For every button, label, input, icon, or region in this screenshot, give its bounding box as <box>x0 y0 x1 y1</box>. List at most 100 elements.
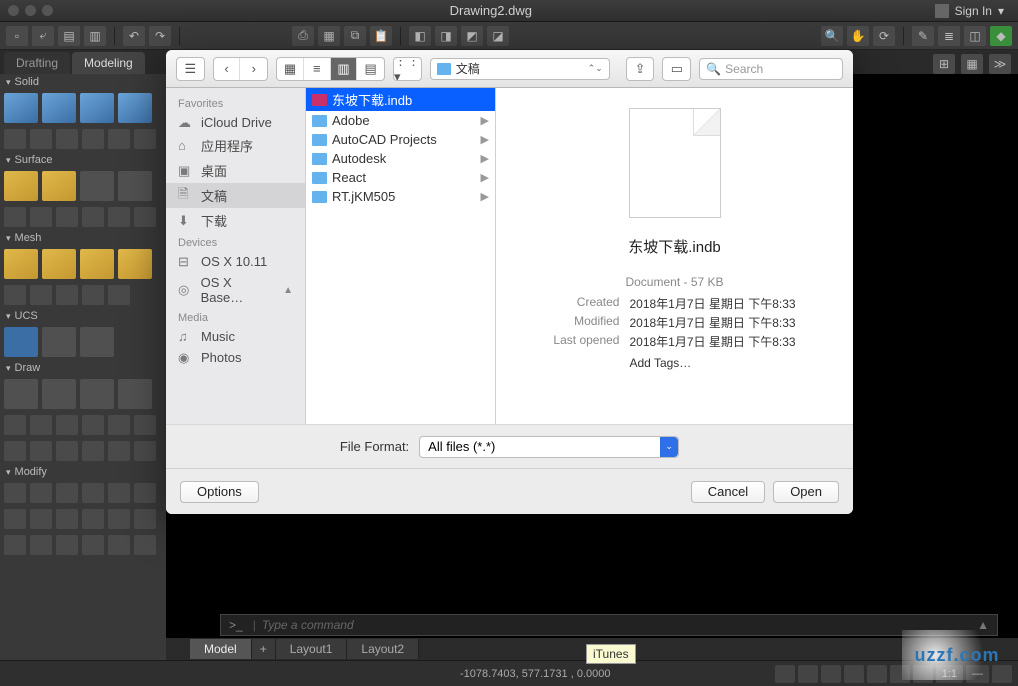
ucs2-icon[interactable] <box>42 327 76 357</box>
d7[interactable] <box>4 441 26 461</box>
file-format-select[interactable]: All files (*.*) ⌄ <box>419 436 679 458</box>
revolve-icon[interactable] <box>118 93 152 123</box>
tool-c-icon[interactable]: ◩ <box>461 26 483 46</box>
paste-icon[interactable]: 📋 <box>370 26 392 46</box>
add-tags-link[interactable]: Add Tags… <box>629 356 795 370</box>
mesh4-icon[interactable] <box>118 249 152 279</box>
arc-icon[interactable] <box>80 379 114 409</box>
s3[interactable] <box>56 129 78 149</box>
mo18[interactable] <box>134 535 156 555</box>
mo10[interactable] <box>82 509 104 529</box>
path-selector[interactable]: 文稿 ⌃⌄ <box>430 58 610 80</box>
mo1[interactable] <box>4 483 26 503</box>
d12[interactable] <box>134 441 156 461</box>
back-button[interactable]: ‹ <box>214 58 241 80</box>
tab-add[interactable]: + <box>252 639 276 659</box>
sign-in[interactable]: Sign In ▾ <box>929 4 1010 18</box>
s2[interactable] <box>30 129 52 149</box>
sidebar-item[interactable]: ◉Photos <box>166 347 305 368</box>
file-row[interactable]: AutoCAD Projects▶ <box>306 130 495 149</box>
sidebar-toggle[interactable]: ☰ <box>176 57 205 81</box>
file-row[interactable]: Adobe▶ <box>306 111 495 130</box>
mo17[interactable] <box>108 535 130 555</box>
forward-button[interactable]: › <box>240 58 267 80</box>
sweep-icon[interactable] <box>80 93 114 123</box>
file-row[interactable]: 东坡下载.indb <box>306 88 495 111</box>
panel-mesh[interactable]: ▾Mesh <box>0 230 166 246</box>
mo16[interactable] <box>82 535 104 555</box>
box-icon[interactable] <box>4 93 38 123</box>
layout-a-icon[interactable]: ⊞ <box>933 54 955 74</box>
search-tool-icon[interactable]: 🔍 <box>821 26 843 46</box>
expand-icon[interactable]: ≫ <box>989 54 1011 74</box>
saveas-icon[interactable]: ▥ <box>84 26 106 46</box>
mo14[interactable] <box>30 535 52 555</box>
m2[interactable] <box>30 285 52 305</box>
mesh2-icon[interactable] <box>42 249 76 279</box>
view-column-icon[interactable]: ▥ <box>331 58 358 80</box>
open-button[interactable]: Open <box>773 481 839 503</box>
file-row[interactable]: RT.jKM505▶ <box>306 187 495 206</box>
surf3-icon[interactable] <box>80 171 114 201</box>
undo-icon[interactable]: ↶ <box>123 26 145 46</box>
mo11[interactable] <box>108 509 130 529</box>
cmd-up-icon[interactable]: ▲ <box>977 618 989 632</box>
panel-ucs[interactable]: ▾UCS <box>0 308 166 324</box>
surf1-icon[interactable] <box>4 171 38 201</box>
copy-icon[interactable]: ⧉ <box>344 26 366 46</box>
panel-solid[interactable]: ▾Solid <box>0 74 166 90</box>
tags-button[interactable]: ▭ <box>662 57 691 81</box>
mo12[interactable] <box>134 509 156 529</box>
sidebar-item[interactable]: ◎OS X Base…▲ <box>166 272 305 308</box>
mo4[interactable] <box>82 483 104 503</box>
min-dot[interactable] <box>25 5 36 16</box>
tool-d-icon[interactable]: ◪ <box>487 26 509 46</box>
surf2-icon[interactable] <box>42 171 76 201</box>
redo-icon[interactable]: ↷ <box>149 26 171 46</box>
panel-surface[interactable]: ▾Surface <box>0 152 166 168</box>
d9[interactable] <box>56 441 78 461</box>
options-button[interactable]: Options <box>180 481 259 503</box>
d5[interactable] <box>108 415 130 435</box>
sb-osnap-icon[interactable] <box>867 665 887 683</box>
cancel-button[interactable]: Cancel <box>691 481 765 503</box>
rect-icon[interactable] <box>118 379 152 409</box>
sb-scale[interactable]: 1:1 <box>936 665 963 683</box>
new-icon[interactable]: ▫ <box>6 26 28 46</box>
sb-gear-icon[interactable] <box>992 665 1012 683</box>
d4[interactable] <box>82 415 104 435</box>
share-button[interactable]: ⇪ <box>626 57 655 81</box>
tool-b-icon[interactable]: ◨ <box>435 26 457 46</box>
mo8[interactable] <box>30 509 52 529</box>
mo7[interactable] <box>4 509 26 529</box>
ucs1-icon[interactable] <box>4 327 38 357</box>
arrange-menu[interactable]: ⋮⋮ ▾ <box>393 57 422 81</box>
line-icon[interactable] <box>4 379 38 409</box>
d10[interactable] <box>82 441 104 461</box>
search-field[interactable]: 🔍 Search <box>699 58 843 80</box>
d3[interactable] <box>56 415 78 435</box>
m3[interactable] <box>56 285 78 305</box>
d2[interactable] <box>30 415 52 435</box>
mo6[interactable] <box>134 483 156 503</box>
sf4[interactable] <box>82 207 104 227</box>
sf6[interactable] <box>134 207 156 227</box>
sb-dash[interactable]: — <box>966 665 989 683</box>
pan-icon[interactable]: ✋ <box>847 26 869 46</box>
mo9[interactable] <box>56 509 78 529</box>
mo3[interactable] <box>56 483 78 503</box>
circle-icon[interactable] <box>42 379 76 409</box>
sb-ortho-icon[interactable] <box>821 665 841 683</box>
mesh3-icon[interactable] <box>80 249 114 279</box>
dim-icon[interactable]: ✎ <box>912 26 934 46</box>
file-row[interactable]: React▶ <box>306 168 495 187</box>
layout-b-icon[interactable]: ▦ <box>961 54 983 74</box>
d8[interactable] <box>30 441 52 461</box>
file-row[interactable]: Autodesk▶ <box>306 149 495 168</box>
d1[interactable] <box>4 415 26 435</box>
panel-draw[interactable]: ▾Draw <box>0 360 166 376</box>
save-icon[interactable]: ▤ <box>58 26 80 46</box>
view-list-icon[interactable]: ≡ <box>304 58 331 80</box>
m1[interactable] <box>4 285 26 305</box>
sb-lw-icon[interactable] <box>913 665 933 683</box>
